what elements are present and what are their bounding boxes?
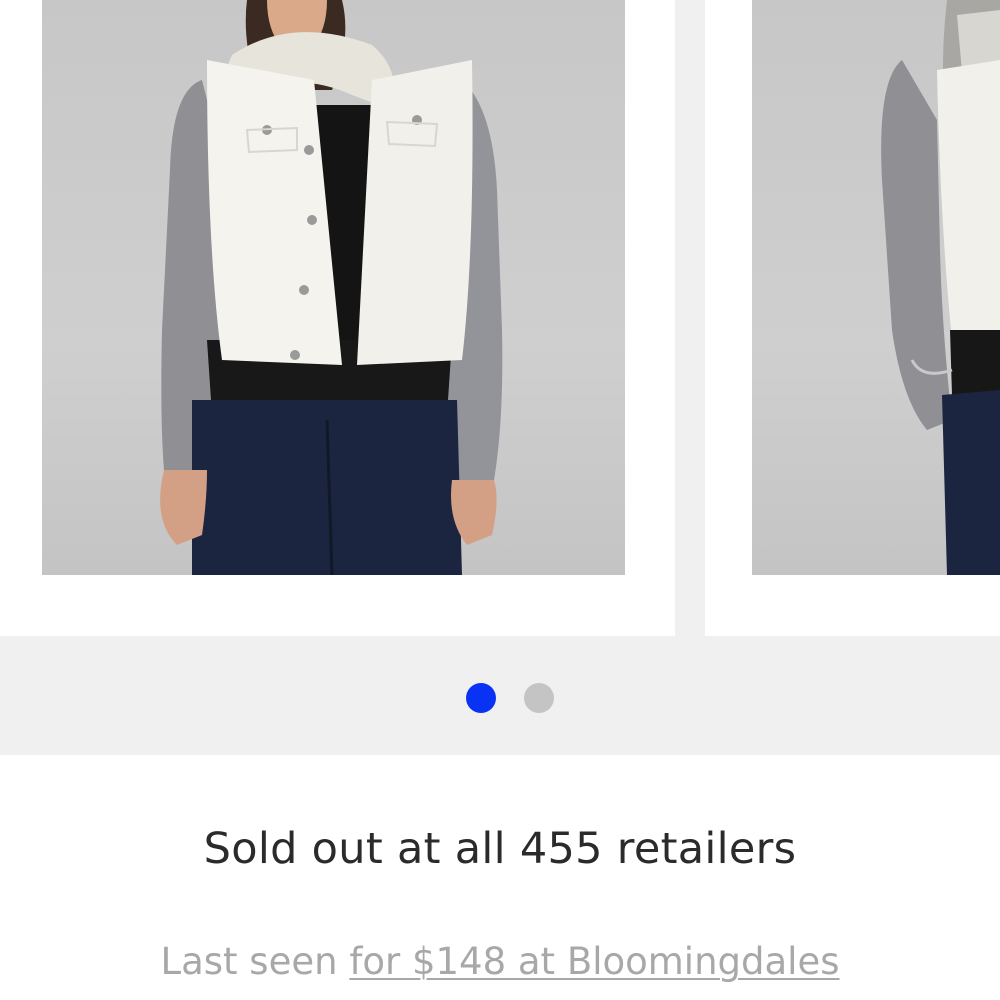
model-side-illustration bbox=[881, 0, 1000, 575]
product-photo-side[interactable] bbox=[752, 0, 1000, 575]
product-photo-front[interactable] bbox=[42, 0, 625, 575]
last-seen-prefix: Last seen bbox=[160, 940, 338, 983]
availability-headline: Sold out at all 455 retailers bbox=[203, 824, 797, 874]
carousel-slide-1[interactable] bbox=[0, 0, 675, 636]
last-seen-retailer-link[interactable]: for $148 at Bloomingdales bbox=[349, 940, 839, 983]
product-image-carousel[interactable] bbox=[0, 0, 1000, 755]
carousel-pagination bbox=[0, 683, 1000, 713]
model-front-illustration bbox=[160, 0, 503, 575]
carousel-slide-2[interactable] bbox=[705, 0, 1000, 636]
last-seen-line: Last seen for $148 at Bloomingdales bbox=[0, 940, 1000, 983]
pagination-dot-1-active[interactable] bbox=[466, 683, 496, 713]
pagination-dot-2[interactable] bbox=[524, 683, 554, 713]
